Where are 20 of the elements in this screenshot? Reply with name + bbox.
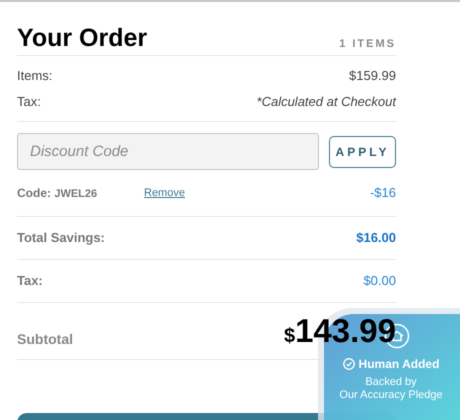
subtotal-label: Subtotal xyxy=(17,330,73,349)
remove-link[interactable]: Remove xyxy=(144,184,185,201)
summary-label: Tax: xyxy=(17,92,41,110)
badge-title: Human Added xyxy=(358,356,440,373)
total-value: $0.00 xyxy=(363,272,396,290)
summary-value: $159.99 xyxy=(349,67,396,85)
total-label: Total Savings: xyxy=(17,228,105,247)
discount-amount: -$16 xyxy=(370,184,396,202)
item-count: 1 ITEMS xyxy=(339,36,396,52)
code-label: Code: JWEL26 xyxy=(17,184,98,202)
order-title: Your Order xyxy=(17,24,148,52)
total-label: Tax: xyxy=(17,272,43,290)
discount-code-field[interactable]: Discount Code xyxy=(17,133,319,170)
badge-line: Our Accuracy Pledge xyxy=(339,389,443,402)
summary-label: Items: xyxy=(17,67,52,85)
badge-line: Backed by xyxy=(365,376,417,389)
apply-button[interactable]: APPLY xyxy=(329,136,396,168)
summary-value: *Calculated at Checkout xyxy=(256,92,396,110)
check-circle-icon xyxy=(342,358,355,370)
total-value: $16.00 xyxy=(356,228,396,247)
